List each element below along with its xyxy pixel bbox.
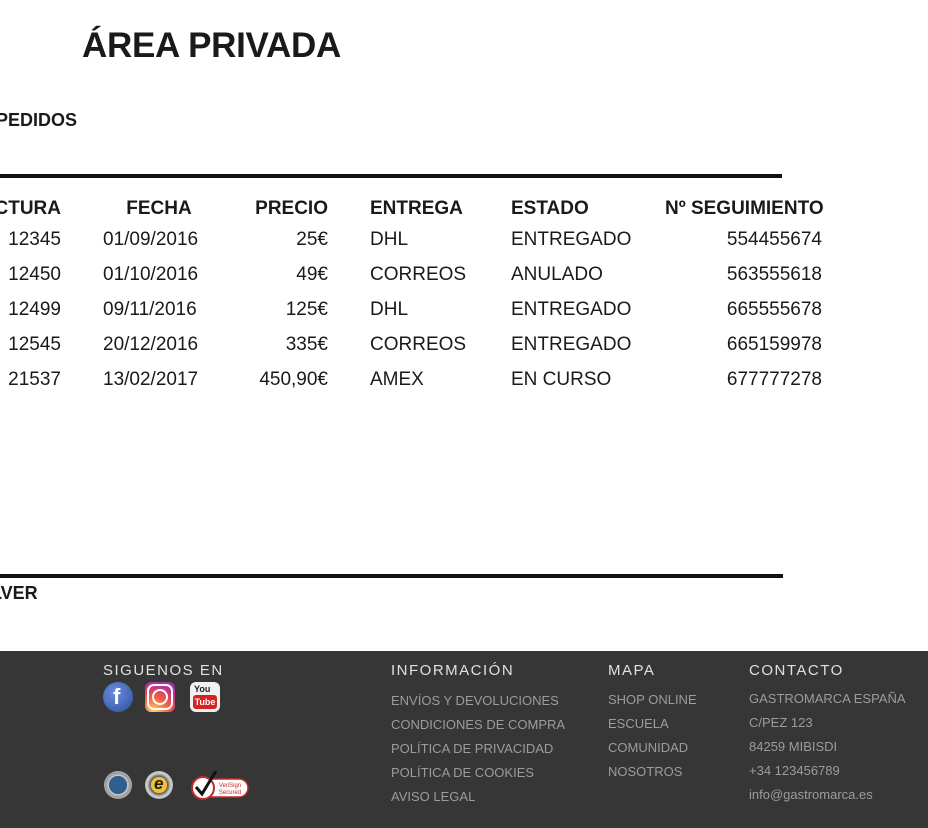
youtube-icon[interactable]: You Tube xyxy=(190,682,220,712)
cell-delivery: CORREOS xyxy=(370,264,467,285)
cell-tracking: 677777278 xyxy=(726,369,822,390)
column-header-status: ESTADO xyxy=(511,198,589,219)
verisign-text: VeriSign xyxy=(219,783,241,789)
instagram-icon[interactable] xyxy=(145,682,175,712)
map-heading: MAPA xyxy=(608,662,656,679)
cell-date: 20/12/2016 xyxy=(103,334,199,355)
column-header-price: PRECIO xyxy=(255,198,328,219)
cell-price: 125€ xyxy=(285,299,328,320)
social-heading: SIGUENOS EN xyxy=(103,662,224,679)
facebook-icon[interactable] xyxy=(103,682,133,712)
cell-delivery: AMEX xyxy=(370,369,424,390)
cell-invoice: 21537 xyxy=(8,369,61,390)
cell-price: 450,90€ xyxy=(259,369,328,390)
cell-delivery: DHL xyxy=(370,299,409,320)
cell-date: 13/02/2017 xyxy=(103,369,199,390)
cell-status: ENTREGADO xyxy=(511,334,632,355)
cell-delivery: CORREOS xyxy=(370,334,467,355)
column-header-invoice: CTURA xyxy=(0,198,61,219)
verisign-secured-icon: VeriSign Secured xyxy=(191,771,249,800)
cell-price: 49€ xyxy=(296,264,328,285)
back-button[interactable]: LVER xyxy=(0,583,38,604)
divider-bottom xyxy=(0,574,783,578)
cell-delivery: DHL xyxy=(370,229,409,250)
site-footer: SIGUENOS EN YouTube VeriSign Secured INF… xyxy=(0,651,928,828)
footer-link-privacy[interactable]: POLÍTICA DE PRIVACIDAD xyxy=(391,741,553,756)
cell-price: 335€ xyxy=(285,334,328,355)
contact-phone: +34 123456789 xyxy=(749,763,840,778)
column-header-delivery: ENTREGA xyxy=(370,198,463,219)
cell-tracking: 665555678 xyxy=(726,299,822,320)
cell-invoice: 12499 xyxy=(8,299,61,320)
cell-date: 01/10/2016 xyxy=(103,264,199,285)
cell-invoice: 12450 xyxy=(8,264,61,285)
divider-top xyxy=(0,174,782,178)
footer-link-shop[interactable]: SHOP ONLINE xyxy=(608,692,697,707)
footer-link-cookies[interactable]: POLÍTICA DE COOKIES xyxy=(391,765,534,780)
section-label-orders: PEDIDOS xyxy=(0,110,78,130)
cell-status: ENTREGADO xyxy=(511,299,632,320)
cell-tracking: 665159978 xyxy=(726,334,822,355)
secure-seal-icon xyxy=(104,771,132,799)
ecommerce-trust-seal-icon xyxy=(145,771,173,799)
cell-date: 09/11/2016 xyxy=(103,299,197,320)
contact-email-link[interactable]: info@gastromarca.es xyxy=(749,787,873,802)
cell-status: ENTREGADO xyxy=(511,229,632,250)
footer-link-terms[interactable]: CONDICIONES DE COMPRA xyxy=(391,717,565,732)
secured-text: Secured xyxy=(219,790,241,796)
cell-tracking: 554455674 xyxy=(726,229,822,250)
info-heading: INFORMACIÓN xyxy=(391,662,515,679)
footer-link-school[interactable]: ESCUELA xyxy=(608,716,669,731)
cell-price: 25€ xyxy=(296,229,328,250)
contact-company: GASTROMARCA ESPAÑA xyxy=(749,691,906,706)
cell-status: ANULADO xyxy=(511,264,603,285)
footer-link-community[interactable]: COMUNIDAD xyxy=(608,740,688,755)
footer-link-shipping[interactable]: ENVÍOS Y DEVOLUCIONES xyxy=(391,693,559,708)
contact-city: 84259 MIBISDI xyxy=(749,739,838,754)
contact-address: C/PEZ 123 xyxy=(749,715,813,730)
contact-heading: CONTACTO xyxy=(749,662,844,679)
cell-invoice: 12345 xyxy=(8,229,61,250)
cell-invoice: 12545 xyxy=(8,334,61,355)
page-title: ÁREA PRIVADA xyxy=(82,26,341,65)
footer-link-about[interactable]: NOSOTROS xyxy=(608,764,682,779)
footer-link-legal[interactable]: AVISO LEGAL xyxy=(391,789,475,804)
column-header-tracking: Nº SEGUIMIENTO xyxy=(665,198,824,219)
column-header-date: FECHA xyxy=(126,198,192,219)
cell-date: 01/09/2016 xyxy=(103,229,199,250)
cell-tracking: 563555618 xyxy=(726,264,822,285)
cell-status: EN CURSO xyxy=(511,369,612,390)
